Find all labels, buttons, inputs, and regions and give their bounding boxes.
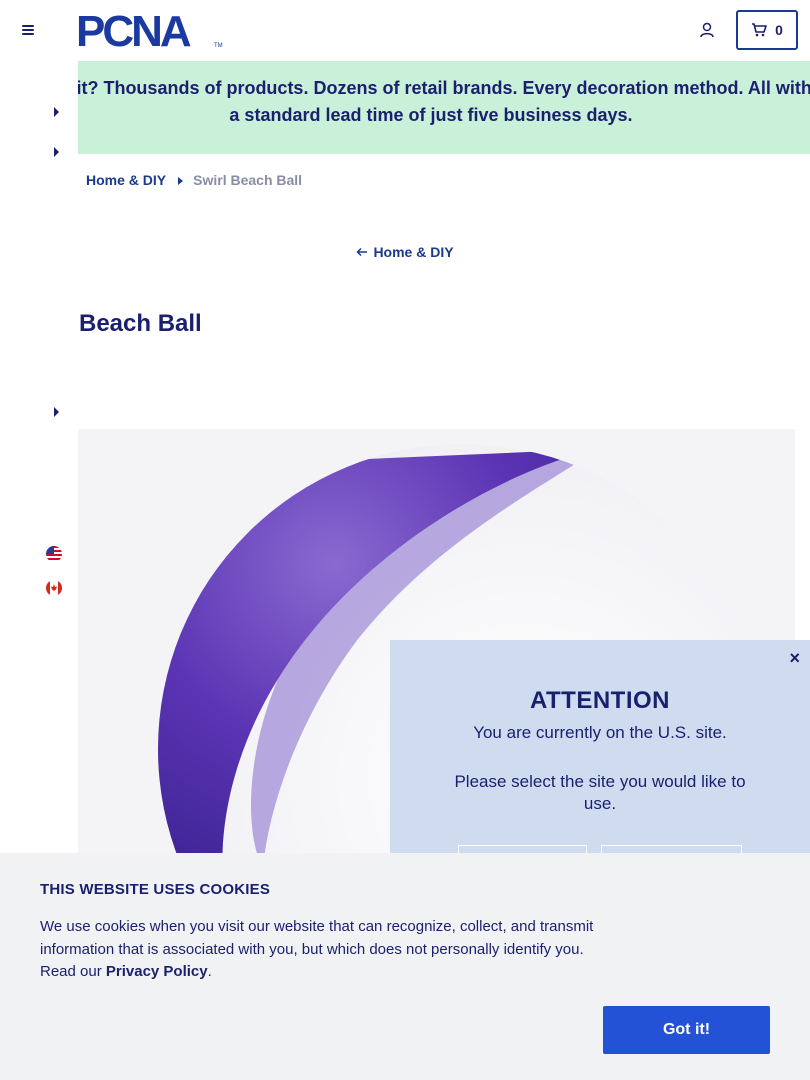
breadcrumb-separator-icon — [178, 176, 184, 185]
promo-banner: Wait? Thousands of products. Dozens of r… — [78, 61, 810, 154]
canada-flag-icon[interactable] — [46, 580, 62, 596]
us-flag-icon[interactable] — [46, 546, 62, 562]
cart-button[interactable]: 0 — [736, 10, 798, 50]
account-icon[interactable] — [698, 21, 716, 39]
page: PCNA TM 0 Wait? Thousands of products. D… — [0, 0, 810, 1080]
product-title: Beach Ball — [79, 310, 202, 337]
menu-icon[interactable] — [20, 22, 36, 38]
pcna-logo[interactable]: PCNA TM — [76, 7, 226, 56]
cookie-banner: THIS WEBSITE USES COOKIES We use cookies… — [0, 853, 810, 1080]
site-header: PCNA TM 0 — [0, 0, 810, 61]
breadcrumb-parent-link[interactable]: Home & DIY — [86, 172, 166, 188]
arrow-left-icon — [356, 247, 368, 257]
cookie-text: We use cookies when you visit our websit… — [40, 916, 600, 984]
cookie-text-end: . — [207, 963, 212, 980]
attention-message: You are currently on the U.S. site. — [473, 723, 727, 742]
pcna-logo-graphic: PCNA TM — [76, 7, 223, 56]
svg-text:TM: TM — [214, 43, 223, 49]
cart-icon — [752, 23, 767, 37]
accept-cookies-button[interactable]: Got it! — [603, 1006, 770, 1054]
expand-caret-icon[interactable] — [54, 147, 59, 157]
promo-text: Wait? Thousands of products. Dozens of r… — [78, 78, 810, 125]
cookie-title: THIS WEBSITE USES COOKIES — [40, 881, 271, 898]
attention-title: ATTENTION — [529, 687, 671, 714]
close-icon[interactable]: × — [789, 648, 800, 669]
expand-caret-icon[interactable] — [54, 407, 59, 417]
privacy-policy-link[interactable]: Privacy Policy — [106, 963, 208, 980]
back-link-row: Home & DIY — [0, 244, 810, 260]
breadcrumb-current: Swirl Beach Ball — [193, 172, 303, 188]
back-link[interactable]: Home & DIY — [356, 244, 454, 260]
breadcrumb: Home & DIY Swirl Beach Ball — [86, 172, 302, 188]
expand-caret-icon[interactable] — [54, 107, 59, 117]
cart-count: 0 — [775, 22, 783, 38]
attention-prompt: Please select the site you would like to… — [454, 772, 746, 813]
logo-text: PCNA — [76, 10, 191, 50]
back-link-label: Home & DIY — [373, 244, 454, 260]
